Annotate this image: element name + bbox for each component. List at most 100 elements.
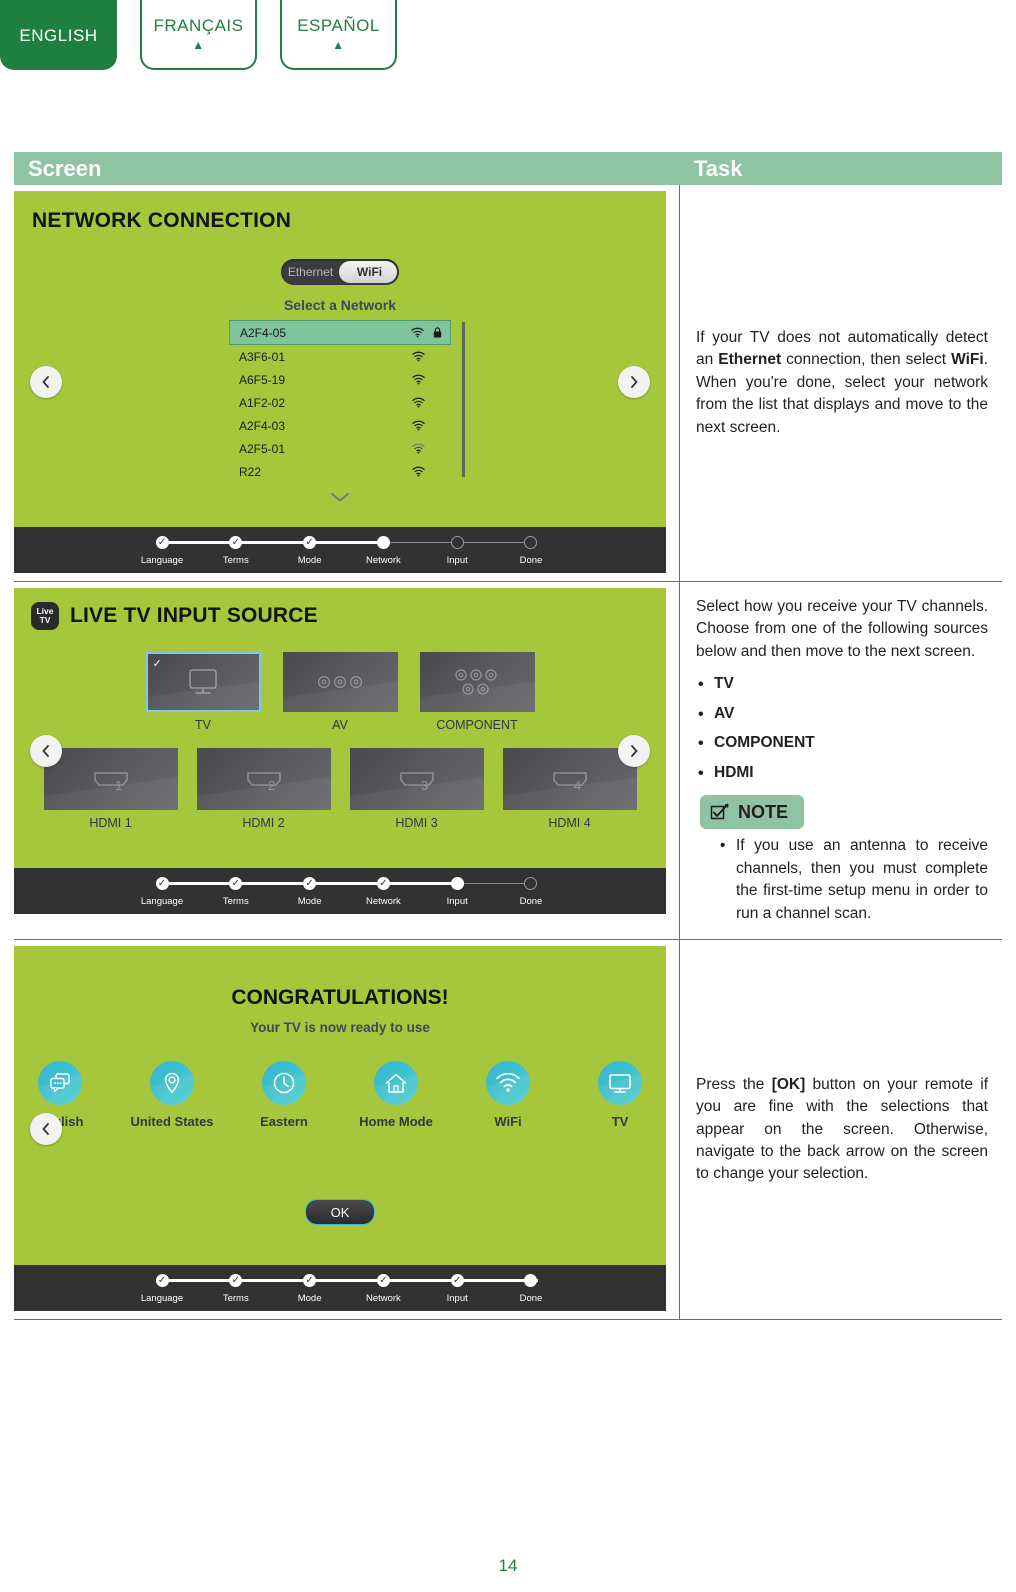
- source-thumbnail[interactable]: 3: [349, 748, 484, 810]
- list-item[interactable]: A2F4-05: [229, 320, 451, 345]
- source-option-tv[interactable]: ✓ TV: [145, 652, 261, 732]
- empty-step-dot: [524, 536, 538, 549]
- back-arrow-button[interactable]: [30, 735, 62, 767]
- tv-icon: [598, 1061, 642, 1106]
- hdmi-number: 2: [268, 778, 275, 793]
- toggle-option-wifi[interactable]: WiFi: [340, 259, 399, 285]
- wifi-icon: [412, 397, 425, 408]
- progress-step-label: Terms: [222, 1293, 249, 1305]
- setup-progress-bar: ✓ Language ✓ Terms ✓ Mode: [14, 1265, 666, 1312]
- source-thumbnail[interactable]: 1: [43, 748, 178, 810]
- connection-type-toggle[interactable]: Ethernet WiFi: [281, 259, 399, 285]
- wifi-icon: [412, 466, 425, 477]
- screen-cell-network: NETWORK CONNECTION Ethernet WiFi Select …: [14, 185, 680, 581]
- summary-item-mode: Home Mode: [358, 1061, 434, 1129]
- list-item: If you use an antenna to receive channel…: [720, 835, 988, 925]
- list-item[interactable]: A2F5-01: [229, 437, 451, 460]
- toggle-option-ethernet[interactable]: Ethernet: [281, 259, 340, 285]
- back-arrow-button[interactable]: [30, 366, 62, 398]
- list-item[interactable]: A2F4-03: [229, 414, 451, 437]
- summary-item-label: Eastern: [260, 1114, 308, 1130]
- setup-summary-list: English United States Eastern: [14, 1061, 666, 1129]
- ok-button[interactable]: OK: [305, 1199, 375, 1226]
- network-list-scrollbar[interactable]: [462, 322, 465, 477]
- network-ssid: A2F4-05: [240, 325, 287, 340]
- hdmi-number: 3: [421, 778, 428, 793]
- chevron-down-icon[interactable]: [14, 491, 666, 503]
- clock-icon: [262, 1061, 306, 1106]
- check-icon: ✓: [303, 1274, 317, 1288]
- table-row: NETWORK CONNECTION Ethernet WiFi Select …: [14, 185, 1002, 582]
- check-icon: ✓: [229, 536, 243, 549]
- language-tab-label: FRANÇAIS: [153, 16, 244, 35]
- check-icon: ✓: [155, 536, 169, 549]
- source-thumbnail[interactable]: [282, 652, 398, 712]
- column-header-task: Task: [694, 155, 743, 181]
- task-text: Press the: [696, 1075, 772, 1093]
- language-tab-english[interactable]: ENGLISH: [0, 0, 117, 70]
- list-item[interactable]: A3F6-01: [229, 345, 451, 368]
- source-option-av[interactable]: AV: [282, 652, 398, 732]
- note-bullet-list: If you use an antenna to receive channel…: [696, 835, 988, 925]
- wifi-icon: [412, 351, 425, 362]
- language-tab-francais[interactable]: FRANÇAIS ▲: [140, 0, 257, 70]
- next-arrow-button[interactable]: [618, 735, 650, 767]
- location-pin-icon: [150, 1061, 194, 1106]
- wifi-icon: [411, 327, 424, 338]
- progress-step-label: Input: [446, 896, 468, 907]
- list-item[interactable]: A6F5-19: [229, 368, 451, 391]
- source-option-hdmi-1[interactable]: 1 HDMI 1: [43, 748, 178, 830]
- source-thumbnail[interactable]: 4: [502, 748, 637, 810]
- table-row: Live TV LIVE TV INPUT SOURCE ✓ TV AV COM…: [14, 582, 1002, 941]
- task-paragraph: Select how you receive your TV channels.…: [696, 598, 988, 660]
- source-thumbnail[interactable]: 2: [196, 748, 331, 810]
- check-icon: ✓: [229, 1274, 243, 1288]
- back-arrow-button[interactable]: [30, 1112, 62, 1145]
- list-item[interactable]: R22: [229, 460, 451, 483]
- wifi-icon: [412, 420, 425, 431]
- next-arrow-button[interactable]: [618, 366, 650, 398]
- tv-screen-congratulations: CONGRATULATIONS! Your TV is now ready to…: [14, 946, 666, 1312]
- progress-step-label: Mode: [297, 896, 322, 907]
- source-label: HDMI 3: [395, 816, 438, 830]
- progress-step-label: Network: [365, 1293, 401, 1305]
- source-option-hdmi-2[interactable]: 2 HDMI 2: [196, 748, 331, 830]
- progress-step-label: Language: [140, 1293, 184, 1305]
- progress-step-label: Network: [365, 555, 401, 566]
- list-item: AV: [698, 703, 988, 727]
- summary-item-timezone: Eastern: [246, 1061, 322, 1129]
- source-option-hdmi-4[interactable]: 4 HDMI 4: [502, 748, 637, 830]
- language-tab-espanol[interactable]: ESPAÑOL ▲: [280, 0, 397, 70]
- check-icon: ✓: [450, 1274, 464, 1288]
- page-number: 14: [498, 1556, 518, 1575]
- network-ssid: A1F2-02: [239, 395, 286, 410]
- table-row: CONGRATULATIONS! Your TV is now ready to…: [14, 940, 1002, 1321]
- note-badge: NOTE: [700, 795, 805, 830]
- task-cell-input-source: Select how you receive your TV channels.…: [680, 582, 1002, 939]
- language-tab-label: ENGLISH: [19, 25, 98, 45]
- source-label: AV: [332, 718, 348, 732]
- live-tv-badge-line2: TV: [39, 615, 51, 625]
- check-icon: ✓: [376, 877, 390, 890]
- task-cell-network: If your TV does not automatically detect…: [680, 185, 1002, 581]
- check-icon: ✓: [155, 1274, 169, 1288]
- empty-step-dot: [450, 536, 464, 549]
- summary-item-input: TV: [582, 1061, 658, 1129]
- note-label: NOTE: [738, 802, 789, 823]
- source-option-component[interactable]: COMPONENT: [419, 652, 535, 732]
- list-item: TV: [698, 673, 988, 697]
- source-thumbnail[interactable]: [419, 652, 535, 712]
- triangle-up-icon: ▲: [332, 38, 345, 52]
- select-network-label: Select a Network: [283, 297, 397, 313]
- screen-task-table: Screen Task NETWORK CONNECTION Ethernet …: [14, 152, 1002, 1321]
- progress-step-label: Terms: [222, 896, 249, 907]
- task-text-bold: Ethernet: [718, 351, 782, 369]
- check-icon: ✓: [376, 1274, 390, 1288]
- list-item[interactable]: A1F2-02: [229, 391, 451, 414]
- language-tab-label: ESPAÑOL: [297, 16, 380, 35]
- source-thumbnail[interactable]: ✓: [145, 652, 261, 712]
- check-icon: ✓: [229, 877, 243, 890]
- network-list[interactable]: A2F4-05 A3F6-01 A6F5-19 A1F2-02 A2F4-03 …: [229, 320, 465, 483]
- source-option-hdmi-3[interactable]: 3 HDMI 3: [349, 748, 484, 830]
- screen-subtitle: Your TV is now ready to use: [250, 1020, 430, 1036]
